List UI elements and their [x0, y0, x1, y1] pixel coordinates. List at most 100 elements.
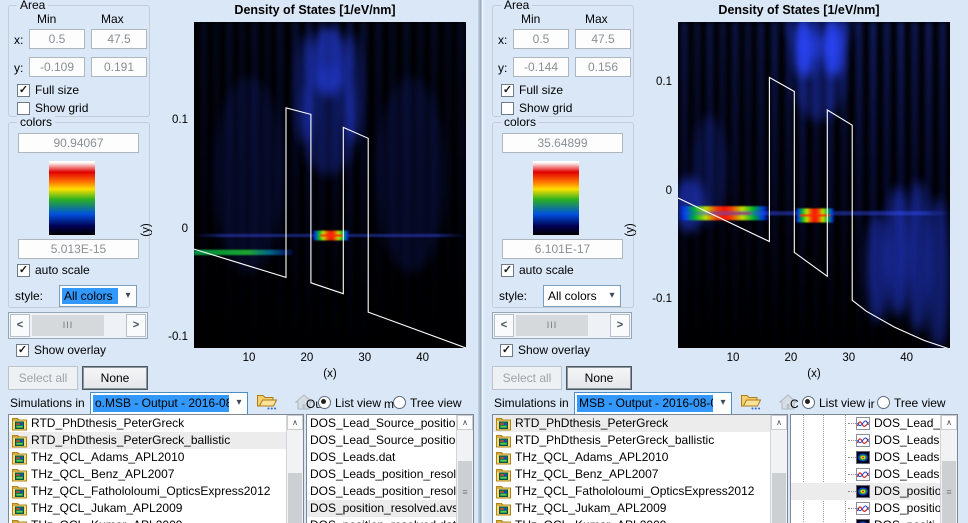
- y-min-input[interactable]: -0.144: [513, 57, 569, 77]
- file-row[interactable]: DOS_positio: [791, 500, 940, 517]
- scroll-up-icon[interactable]: ∧: [287, 415, 303, 430]
- pan-scrollbar[interactable]: < III >: [8, 312, 148, 339]
- file-row[interactable]: DOS_Leads: [791, 432, 940, 449]
- item-label: DOS_Leads_position_resolve: [310, 466, 456, 483]
- show-overlay-checkbox[interactable]: ✓: [500, 344, 513, 357]
- select-all-button[interactable]: Select all: [8, 366, 78, 390]
- scroll-thumb[interactable]: III: [32, 315, 104, 336]
- plot-title: Density of States [1/eV/nm]: [634, 3, 964, 17]
- dos-heatmap-plot[interactable]: [678, 22, 950, 348]
- dos-panel-left: Area Min Max x: 0.5 47.5 y: -0.109 0.191…: [0, 0, 484, 523]
- folder-row[interactable]: THz_QCL_Benz_APL2007: [493, 466, 770, 483]
- scroll-up-icon[interactable]: ∧: [771, 415, 787, 430]
- file-row[interactable]: DOS_Leads_position_resolve: [307, 466, 456, 483]
- x-tick-label: 30: [837, 352, 861, 364]
- chevron-down-icon[interactable]: ▾: [120, 286, 136, 306]
- x-max-input[interactable]: 47.5: [91, 29, 147, 49]
- y-max-input[interactable]: 0.191: [91, 57, 147, 77]
- scroll-thumb[interactable]: [288, 473, 302, 523]
- scroll-thumb[interactable]: ≡: [942, 461, 956, 523]
- file-row[interactable]: DOS_Leads_position_resolve: [307, 483, 456, 500]
- dos-heatmap-plot[interactable]: [194, 22, 466, 348]
- chevron-down-icon[interactable]: ▾: [715, 393, 731, 414]
- scroll-thumb[interactable]: ≡: [458, 461, 472, 523]
- scroll-up-icon[interactable]: ∧: [941, 415, 957, 430]
- output-file-list[interactable]: ∧ ≡ DOS_Lead_Source_position_DOS_Lead_So…: [306, 414, 474, 523]
- file-row[interactable]: DOS_Leads: [791, 466, 940, 483]
- list-view-radio[interactable]: [318, 396, 331, 409]
- folder-row[interactable]: THz_QCL_Jukam_APL2009: [493, 500, 770, 517]
- scrollbar[interactable]: ∧ ≡: [456, 415, 473, 523]
- chevron-down-icon[interactable]: ▾: [604, 286, 620, 306]
- file-row[interactable]: DOS_Leads: [791, 449, 940, 466]
- y-min-input[interactable]: -0.109: [29, 57, 85, 77]
- style-combobox[interactable]: All colors ▾: [59, 285, 137, 307]
- x-min-input[interactable]: 0.5: [29, 29, 85, 49]
- y-max-input[interactable]: 0.156: [575, 57, 631, 77]
- style-combobox[interactable]: All colors ▾: [543, 285, 621, 307]
- folder-row[interactable]: THz_QCL_Fathololoumi_OpticsExpress2012: [493, 483, 770, 500]
- item-label: THz_QCL_Benz_APL2007: [515, 466, 658, 483]
- color-max-value[interactable]: 90.94067: [18, 133, 139, 153]
- folder-row[interactable]: RTD_PhDthesis_PeterGreck: [9, 415, 286, 432]
- show-overlay-checkbox[interactable]: ✓: [16, 344, 29, 357]
- file-row[interactable]: DOS_Lead_Source_position_: [307, 432, 456, 449]
- tree-view-radio[interactable]: [393, 396, 406, 409]
- folder-icon: [496, 434, 511, 448]
- none-button[interactable]: None: [566, 366, 632, 390]
- full-size-checkbox[interactable]: ✓: [17, 84, 30, 97]
- file-row[interactable]: DOS_Leads.dat: [307, 449, 456, 466]
- tree-view-radio[interactable]: [877, 396, 890, 409]
- file-row[interactable]: DOS_Lead_Source_position_: [307, 415, 456, 432]
- scrollbar[interactable]: ∧: [770, 415, 787, 523]
- folder-row[interactable]: RTD_PhDthesis_PeterGreck_ballistic: [493, 432, 770, 449]
- browse-folder-icon[interactable]: [740, 392, 762, 414]
- file-row[interactable]: DOS_position_resolved.dat: [307, 517, 456, 523]
- folder-row[interactable]: RTD_PhDthesis_PeterGreck: [493, 415, 770, 432]
- folder-row[interactable]: THz_QCL_Adams_APL2010: [9, 449, 286, 466]
- scroll-right-button[interactable]: >: [126, 314, 146, 337]
- color-max-value[interactable]: 35.64899: [502, 133, 623, 153]
- simulation-folder-list[interactable]: ∧ RTD_PhDthesis_PeterGreckRTD_PhDthesis_…: [492, 414, 788, 523]
- x-min-input[interactable]: 0.5: [513, 29, 569, 49]
- folder-row[interactable]: THz_QCL_Fathololoumi_OpticsExpress2012: [9, 483, 286, 500]
- none-button[interactable]: None: [82, 366, 148, 390]
- file-row[interactable]: DOS_positio: [791, 483, 940, 500]
- show-grid-checkbox[interactable]: [17, 102, 30, 115]
- pan-scrollbar[interactable]: < III >: [492, 312, 632, 339]
- scroll-thumb[interactable]: III: [516, 315, 588, 336]
- folder-icon: [496, 451, 511, 465]
- x-max-input[interactable]: 47.5: [575, 29, 631, 49]
- list-view-radio[interactable]: [802, 396, 815, 409]
- folder-row[interactable]: THz_QCL_Kumar_APL2009: [9, 517, 286, 523]
- full-size-checkbox[interactable]: ✓: [501, 84, 514, 97]
- scroll-up-icon[interactable]: ∧: [457, 415, 473, 430]
- color-min-value[interactable]: 6.101E-17: [502, 239, 623, 259]
- scroll-right-button[interactable]: >: [610, 314, 630, 337]
- simulations-combobox[interactable]: o.MSB - Output - 2016-08-09 ▾: [90, 392, 248, 415]
- show-grid-checkbox[interactable]: [501, 102, 514, 115]
- scroll-left-button[interactable]: <: [10, 314, 30, 337]
- folder-row[interactable]: THz_QCL_Benz_APL2007: [9, 466, 286, 483]
- output-file-tree[interactable]: ∧ ≡ DOS_Lead_DOS_LeadsDOS_LeadsDOS_Leads…: [790, 414, 958, 523]
- auto-scale-checkbox[interactable]: ✓: [17, 264, 30, 277]
- scroll-left-button[interactable]: <: [494, 314, 514, 337]
- simulation-folder-list[interactable]: ∧ RTD_PhDthesis_PeterGreckRTD_PhDthesis_…: [8, 414, 304, 523]
- select-all-button[interactable]: Select all: [492, 366, 562, 390]
- folder-row[interactable]: THz_QCL_Kumar_APL2009: [493, 517, 770, 523]
- chevron-down-icon[interactable]: ▾: [231, 393, 247, 414]
- folder-row[interactable]: THz_QCL_Jukam_APL2009: [9, 500, 286, 517]
- scroll-thumb[interactable]: [772, 473, 786, 523]
- folder-row[interactable]: RTD_PhDthesis_PeterGreck_ballistic: [9, 432, 286, 449]
- scrollbar[interactable]: ∧: [286, 415, 303, 523]
- file-row[interactable]: DOS_positi: [791, 517, 940, 523]
- simulations-combobox[interactable]: MSB - Output - 2016-08-09 ▾: [574, 392, 732, 415]
- file-row[interactable]: DOS_position_resolved.avs.fl: [307, 500, 456, 517]
- folder-row[interactable]: THz_QCL_Adams_APL2010: [493, 449, 770, 466]
- file-row[interactable]: DOS_Lead_: [791, 415, 940, 432]
- scrollbar[interactable]: ∧ ≡: [940, 415, 957, 523]
- browse-folder-icon[interactable]: [256, 392, 278, 414]
- auto-scale-checkbox[interactable]: ✓: [501, 264, 514, 277]
- color-min-value[interactable]: 5.013E-15: [18, 239, 139, 259]
- area-group-title: Area: [501, 0, 532, 12]
